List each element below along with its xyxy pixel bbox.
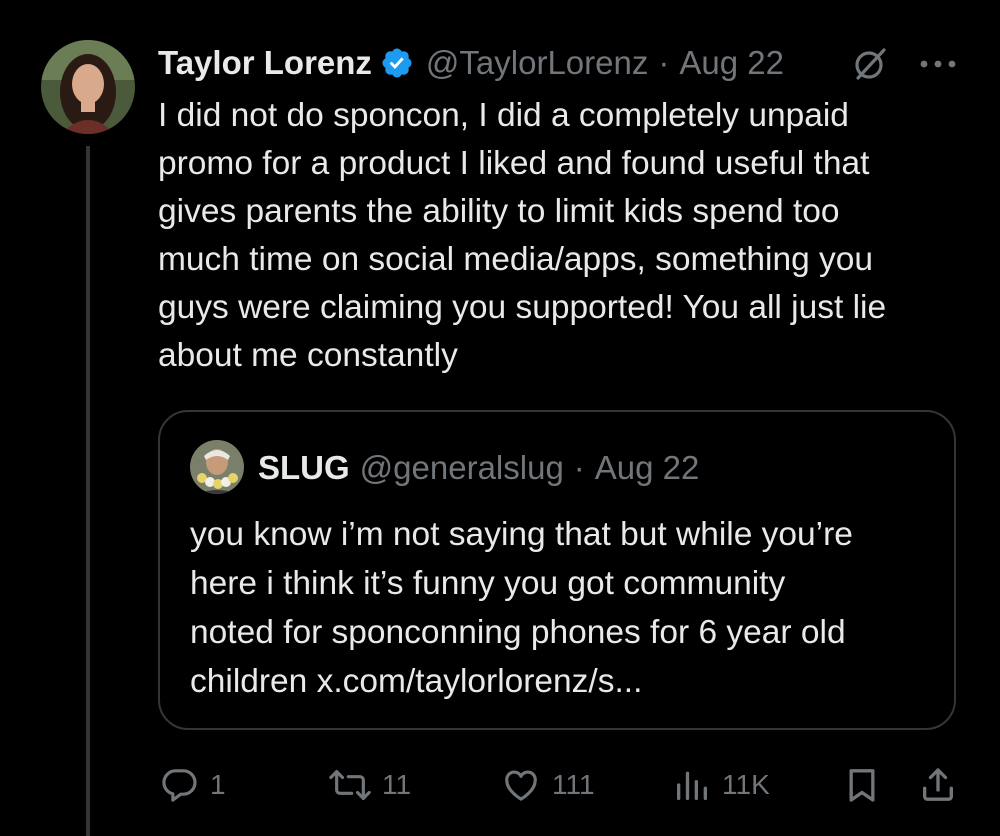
reply-count: 1: [210, 769, 226, 800]
quoted-text-line: children x.com/taylorlorenz/s...: [190, 663, 643, 700]
quoted-text-line: here i think it’s funny you got communit…: [190, 565, 786, 602]
author-handle[interactable]: @TaylorLorenz: [426, 44, 648, 82]
quoted-author-name[interactable]: SLUG: [258, 449, 350, 487]
header-separator: ·: [658, 44, 670, 81]
tweet-action-bar: 1 11 111 11K: [0, 762, 1000, 808]
share-button[interactable]: [918, 762, 958, 808]
quoted-tweet-date[interactable]: Aug 22: [595, 449, 700, 487]
tweet-text-line: about me constantly: [158, 337, 458, 374]
reply-icon: [162, 769, 197, 802]
tweet-text-line: promo for a product I liked and found us…: [158, 145, 870, 182]
like-icon: [505, 770, 537, 801]
reply-button[interactable]: 1: [160, 762, 226, 808]
tweet-text-line: I did not do sponcon, I did a completely…: [158, 97, 849, 134]
like-button[interactable]: 111: [500, 762, 595, 808]
views-button[interactable]: 11K: [672, 762, 770, 808]
quoted-tweet-text: you know i’m not saying that but while y…: [190, 510, 930, 706]
repost-count: 11: [382, 769, 412, 800]
quoted-tweet-header: SLUG @generalslug · Aug 22: [258, 446, 699, 490]
quoted-tweet-card[interactable]: SLUG @generalslug · Aug 22 you know i’m …: [158, 410, 956, 730]
quoted-header-separator: ·: [573, 449, 585, 486]
tweet-text-line: much time on social media/apps, somethin…: [158, 241, 874, 278]
repost-button[interactable]: 11: [328, 762, 411, 808]
share-icon: [923, 768, 953, 801]
author-name[interactable]: Taylor Lorenz: [158, 44, 372, 82]
tweet-text-line: guys were claiming you supported! You al…: [158, 289, 887, 326]
author-avatar[interactable]: [41, 40, 135, 134]
grok-icon[interactable]: [850, 44, 890, 84]
views-count: 11K: [722, 769, 770, 800]
more-icon[interactable]: [918, 56, 958, 72]
quoted-text-line: you know i’m not saying that but while y…: [190, 516, 853, 553]
tweet-text: I did not do sponcon, I did a completely…: [158, 92, 978, 380]
bookmark-button[interactable]: [842, 762, 882, 808]
tweet-header: Taylor Lorenz @TaylorLorenz · Aug 22: [158, 38, 784, 88]
tweet-text-line: gives parents the ability to limit kids …: [158, 193, 840, 230]
quoted-author-avatar[interactable]: [190, 440, 244, 494]
views-icon: [677, 771, 707, 800]
like-count: 111: [552, 769, 595, 800]
quoted-author-handle[interactable]: @generalslug: [360, 449, 564, 487]
bookmark-icon: [849, 769, 875, 802]
quoted-text-line: noted for sponconning phones for 6 year …: [190, 614, 846, 651]
repost-icon: [329, 770, 371, 800]
verified-badge-icon: [382, 48, 412, 78]
tweet-date[interactable]: Aug 22: [679, 44, 784, 82]
thread-connector-line: [86, 146, 90, 836]
